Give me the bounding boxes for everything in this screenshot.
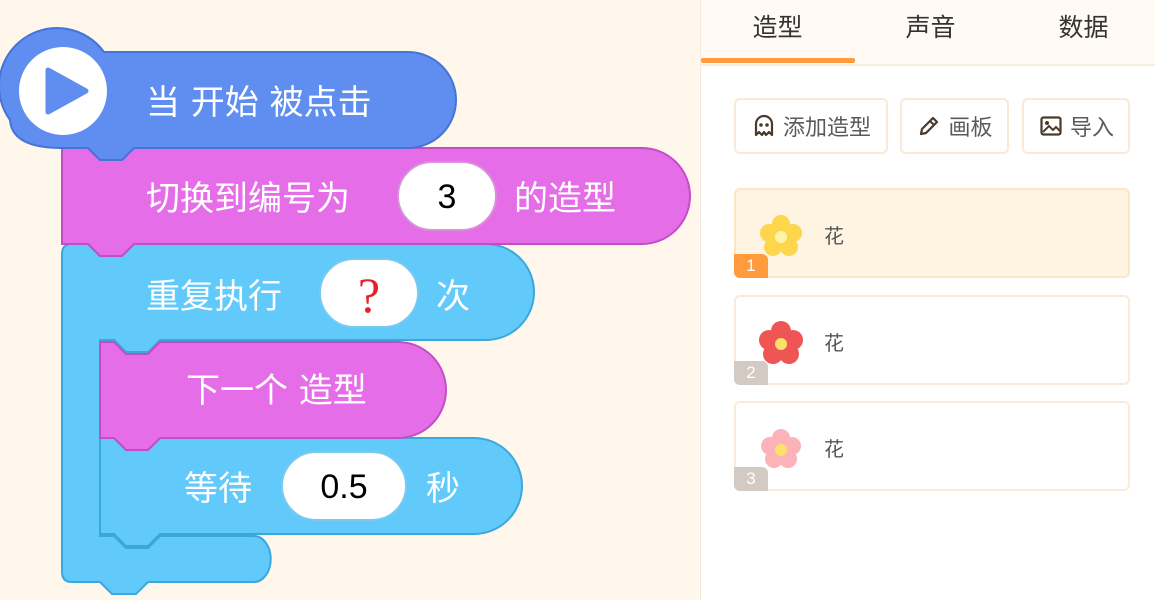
paint-button[interactable]: 画板	[900, 98, 1009, 154]
wait-label: 等待	[184, 469, 252, 509]
costume-item[interactable]: 花 2	[734, 295, 1130, 385]
costume-item[interactable]: 花 1	[734, 188, 1130, 278]
pencil-icon	[920, 116, 939, 136]
next-costume-block[interactable]: 下一个 造型	[99, 341, 447, 451]
when-start-clicked-block[interactable]: 当 开始 被点击	[0, 27, 457, 161]
repeat-count-value: ?	[358, 267, 380, 323]
next-costume-label: 下一个 造型	[186, 371, 367, 411]
switch-costume-block[interactable]: 切换到编号为 3 的造型	[61, 147, 691, 257]
tab-costumes[interactable]: 造型	[701, 0, 854, 62]
ghost-icon	[754, 114, 774, 137]
repeat-label: 重复执行	[146, 277, 282, 317]
code-workspace[interactable]: 重复执行 ? 次 等待 0.5 秒 下一个 造型 切换到编号为 3 的造型 当 …	[0, 0, 700, 600]
add-costume-button[interactable]: 添加造型	[734, 98, 888, 154]
costume-number-value: 3	[438, 178, 457, 216]
switch-costume-label: 切换到编号为	[146, 179, 350, 219]
costume-name: 花	[824, 224, 844, 248]
add-costume-label: 添加造型	[782, 116, 871, 141]
hat-label: 当 开始 被点击	[146, 83, 372, 123]
switch-costume-suffix: 的造型	[514, 179, 616, 219]
import-button[interactable]: 导入	[1022, 98, 1130, 154]
wait-suffix: 秒	[426, 469, 460, 509]
paint-label: 画板	[948, 116, 993, 141]
costume-name: 花	[824, 331, 844, 355]
repeat-suffix: 次	[436, 277, 470, 317]
panel-tabs: 造型 声音 数据	[701, 0, 1155, 66]
costume-name: 花	[824, 437, 844, 461]
costume-number-badge: 3	[734, 467, 768, 491]
import-label: 导入	[1069, 116, 1114, 141]
costume-number-badge: 1	[734, 254, 768, 278]
costume-number-badge: 2	[734, 361, 768, 385]
tab-sounds[interactable]: 声音	[854, 0, 1007, 62]
tab-data[interactable]: 数据	[1007, 0, 1155, 62]
wait-seconds-value: 0.5	[320, 468, 367, 506]
wait-block[interactable]: 等待 0.5 秒	[99, 437, 523, 547]
costume-item[interactable]: 花 3	[734, 401, 1130, 491]
active-tab-indicator	[701, 58, 855, 63]
image-icon	[1040, 116, 1062, 136]
asset-panel: 造型 声音 数据 添加造型 画板 导入 花 1 花 2 花 3	[700, 0, 1155, 600]
